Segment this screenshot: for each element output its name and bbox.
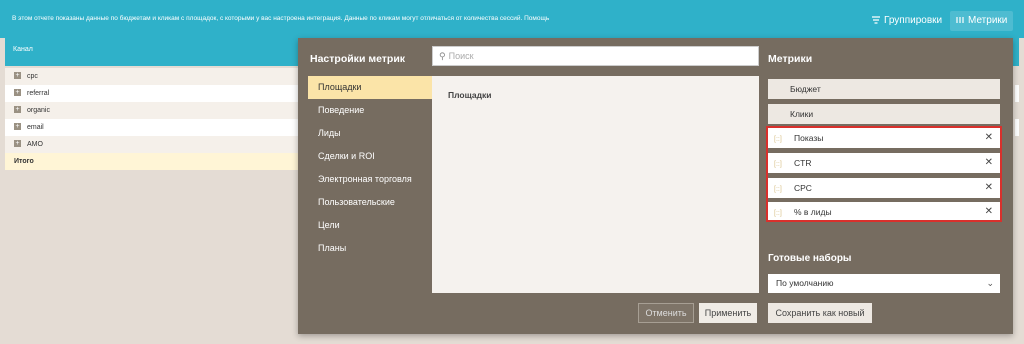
category-item-ecommerce[interactable]: Электронная торговля bbox=[308, 168, 432, 191]
top-bar: В этом отчете показаны данные по бюджета… bbox=[0, 0, 1024, 38]
search-input[interactable]: ⚲ Поиск bbox=[432, 46, 759, 66]
expand-icon[interactable] bbox=[14, 118, 21, 135]
metrics-button[interactable]: Метрики bbox=[950, 11, 1014, 31]
filter-lines-icon bbox=[872, 16, 880, 24]
highlight-box bbox=[766, 126, 1002, 222]
row-label: cpc bbox=[27, 73, 38, 80]
cancel-button[interactable]: Отменить bbox=[638, 303, 694, 323]
search-icon: ⚲ bbox=[439, 51, 446, 61]
presets-title: Готовые наборы bbox=[768, 253, 852, 264]
row-label: referral bbox=[27, 90, 50, 97]
search-placeholder: Поиск bbox=[448, 51, 474, 61]
modal-title: Настройки метрик bbox=[310, 53, 406, 65]
category-menu: Площадки Поведение Лиды Сделки и ROI Эле… bbox=[308, 76, 432, 260]
table-row[interactable]: organic bbox=[5, 101, 305, 119]
metrics-title: Метрики bbox=[768, 53, 813, 65]
panel-heading: Площадки bbox=[448, 90, 492, 100]
category-item-plans[interactable]: Планы bbox=[308, 237, 432, 260]
metrics-list-panel: Площадки bbox=[432, 76, 759, 293]
table-row-edge bbox=[1015, 119, 1019, 136]
groupings-label: Группировки bbox=[884, 15, 943, 26]
apply-button[interactable]: Применить bbox=[699, 303, 757, 323]
save-as-new-button[interactable]: Сохранить как новый bbox=[768, 303, 872, 323]
table-row[interactable]: email bbox=[5, 118, 305, 136]
category-item-platforms[interactable]: Площадки bbox=[308, 76, 432, 99]
selected-metric-budget: Бюджет bbox=[768, 79, 1000, 99]
report-info-text: В этом отчете показаны данные по бюджета… bbox=[12, 15, 550, 22]
expand-icon[interactable] bbox=[14, 135, 21, 152]
expand-icon[interactable] bbox=[14, 84, 21, 101]
metrics-settings-modal: Настройки метрик ⚲ Поиск Площадки Поведен… bbox=[298, 38, 1013, 334]
category-item-behavior[interactable]: Поведение bbox=[308, 99, 432, 122]
selected-metric-clicks: Клики bbox=[768, 104, 1000, 124]
row-label: AMO bbox=[27, 141, 43, 148]
expand-icon[interactable] bbox=[14, 101, 21, 118]
table-row-edge bbox=[1015, 85, 1019, 102]
category-item-deals-roi[interactable]: Сделки и ROI bbox=[308, 145, 432, 168]
preset-selected-value: По умолчанию bbox=[776, 278, 834, 288]
channel-column-header: Канал bbox=[13, 46, 33, 53]
row-label: email bbox=[27, 124, 44, 131]
category-item-custom[interactable]: Пользовательские bbox=[308, 191, 432, 214]
table-row[interactable]: referral bbox=[5, 84, 305, 102]
total-label: Итого bbox=[14, 158, 34, 165]
category-item-goals[interactable]: Цели bbox=[308, 214, 432, 237]
chevron-down-icon: ⌄ bbox=[986, 278, 994, 288]
table-row[interactable]: AMO bbox=[5, 135, 305, 153]
expand-icon[interactable] bbox=[14, 67, 21, 84]
groupings-button[interactable]: Группировки bbox=[866, 11, 948, 31]
columns-icon bbox=[956, 17, 964, 24]
category-item-leads[interactable]: Лиды bbox=[308, 122, 432, 145]
table-row[interactable]: cpc bbox=[5, 67, 305, 85]
table-total-row: Итого bbox=[5, 153, 305, 170]
preset-select[interactable]: По умолчанию ⌄ bbox=[768, 274, 1000, 293]
metrics-label: Метрики bbox=[968, 15, 1008, 26]
row-label: organic bbox=[27, 107, 50, 114]
